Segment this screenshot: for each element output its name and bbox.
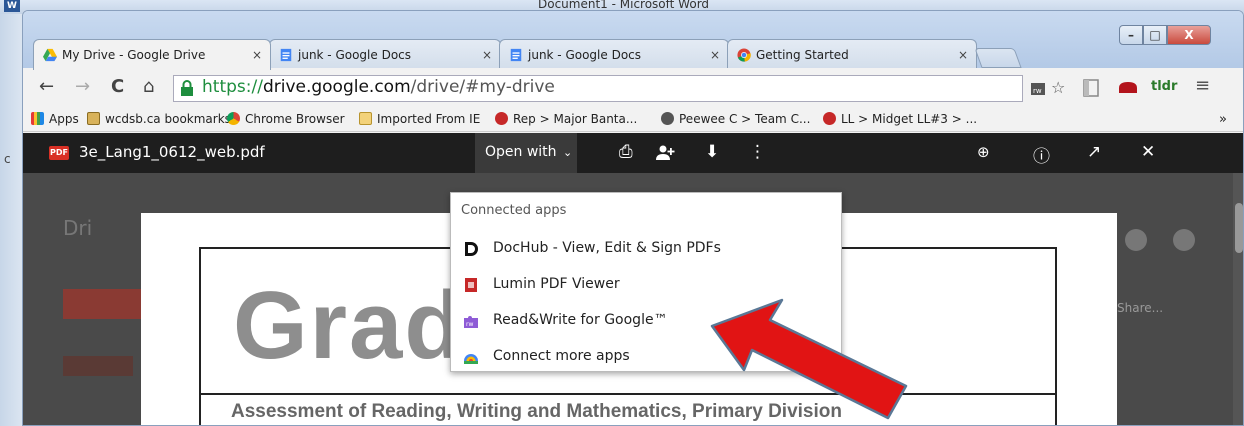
google-docs-icon <box>510 48 522 62</box>
info-icon[interactable]: ⓘ <box>1033 142 1050 167</box>
zoom-icon[interactable]: ⊕ <box>977 143 990 161</box>
reload-icon[interactable]: C <box>111 76 124 97</box>
red-arrow-annotation <box>710 298 908 420</box>
tab-close-icon[interactable]: × <box>710 48 720 62</box>
close-window-button[interactable]: X <box>1167 25 1211 45</box>
more-options-icon[interactable]: ⋮ <box>749 142 766 162</box>
url-host: drive.google.com <box>262 77 411 97</box>
word-left-edge: c <box>0 14 22 426</box>
drive-sidebar-item-dimmed <box>63 356 133 376</box>
close-viewer-icon[interactable]: ✕ <box>1141 142 1155 162</box>
download-icon[interactable]: ⬇ <box>705 142 719 162</box>
menu-item-label: Read&Write for Google™ <box>493 312 668 328</box>
open-with-label: Open with <box>485 144 557 160</box>
forward-arrow-icon[interactable]: → <box>75 76 90 97</box>
menu-icon[interactable]: ≡ <box>1195 75 1210 96</box>
star-bookmark-icon[interactable]: ☆ <box>1051 78 1065 97</box>
print-icon[interactable]: ⎙ <box>619 142 633 162</box>
pocket-sofa-extension-icon[interactable] <box>1117 80 1139 96</box>
dochub-icon <box>465 242 478 256</box>
url-text: https://drive.google.com/drive/#my-drive <box>202 77 555 97</box>
gear-icon-dimmed <box>1173 229 1195 251</box>
bookmark-label: Apps <box>49 112 79 126</box>
drive-title-dimmed: Dri <box>63 216 93 240</box>
menu-item-label: Connect more apps <box>493 348 630 364</box>
minimize-button[interactable]: – <box>1119 25 1143 45</box>
page-scrollbar[interactable] <box>1233 173 1243 425</box>
bookmark-peewee[interactable]: Peewee C > Team C... <box>661 112 810 126</box>
bookmark-label: Rep > Major Banta... <box>513 112 638 126</box>
readwrite-icon: rw <box>464 316 478 328</box>
tab-label: My Drive - Google Drive <box>62 48 206 62</box>
tldr-extension-icon[interactable]: tldr <box>1151 79 1177 94</box>
home-icon[interactable]: ⌂ <box>143 76 154 97</box>
bookmark-site-icon <box>661 112 674 125</box>
apps-grid-icon <box>31 112 44 125</box>
bookmark-label: Imported From IE <box>377 112 481 126</box>
add-person-icon[interactable] <box>655 145 675 161</box>
svg-text:rw: rw <box>1033 87 1042 95</box>
bookmark-label: wcdsb.ca bookmarks <box>105 112 231 126</box>
share-text-dimmed: Share... <box>1117 301 1164 315</box>
menu-item-label: Lumin PDF Viewer <box>493 276 620 292</box>
bookmark-label: LL > Midget LL#3 > ... <box>841 112 978 126</box>
bookmark-chrome-browser[interactable]: Chrome Browser <box>227 112 345 126</box>
bookmark-label: Peewee C > Team C... <box>679 112 811 126</box>
file-name: 3e_Lang1_0612_web.pdf <box>79 143 265 161</box>
bookmarks-bar: Apps wcdsb.ca bookmarks Chrome Browser I… <box>23 108 1243 132</box>
bookmarks-overflow-button[interactable]: » <box>1219 112 1227 127</box>
chevron-down-icon: ⌄ <box>563 146 573 159</box>
bookmark-apps[interactable]: Apps <box>31 112 79 126</box>
sidebar-extension-icon[interactable] <box>1083 79 1099 97</box>
tab-junk-docs-2[interactable]: junk - Google Docs × <box>499 39 729 69</box>
scrollbar-thumb[interactable] <box>1235 203 1243 253</box>
new-tab-button[interactable] <box>974 48 1022 68</box>
back-arrow-icon[interactable]: ← <box>39 76 54 97</box>
readwrite-extension-icon[interactable]: rw <box>1029 79 1047 97</box>
connect-apps-icon <box>464 354 478 364</box>
menu-item-label: DocHub - View, Edit & Sign PDFs <box>493 240 721 256</box>
tab-label: Getting Started <box>756 48 849 62</box>
tab-label: junk - Google Docs <box>528 48 642 62</box>
info-icon-dimmed <box>1125 229 1147 251</box>
menu-item-dochub[interactable]: DocHub - View, Edit & Sign PDFs <box>451 231 841 267</box>
address-bar[interactable]: https://drive.google.com/drive/#my-drive <box>173 75 1023 102</box>
popout-icon[interactable]: ↗ <box>1087 142 1101 162</box>
maximize-button[interactable]: □ <box>1143 25 1167 45</box>
chrome-icon <box>227 112 240 125</box>
viewer-top-bar: PDF 3e_Lang1_0612_web.pdf Open with ⌄ ⎙ … <box>23 133 1243 173</box>
bookmark-label: Chrome Browser <box>245 112 345 126</box>
folder-icon <box>359 112 372 125</box>
tab-close-icon[interactable]: × <box>482 48 492 62</box>
tab-close-icon[interactable]: × <box>958 48 968 62</box>
tab-close-icon[interactable]: × <box>252 48 262 62</box>
tab-strip: My Drive - Google Drive × junk - Google … <box>23 11 1243 70</box>
google-docs-icon <box>280 48 292 62</box>
bookmark-rep-major[interactable]: Rep > Major Banta... <box>495 112 637 126</box>
bookmark-site-icon <box>495 112 508 125</box>
menu-header: Connected apps <box>461 203 567 218</box>
tab-junk-docs-1[interactable]: junk - Google Docs × <box>269 39 501 69</box>
pdf-divider <box>199 393 1057 395</box>
bookmark-wcdsb[interactable]: wcdsb.ca bookmarks <box>87 112 231 126</box>
tab-getting-started[interactable]: Getting Started × <box>727 39 977 69</box>
svg-text:rw: rw <box>466 321 473 328</box>
lock-icon <box>181 80 193 96</box>
url-scheme: https:// <box>202 77 263 97</box>
word-edge-char: c <box>4 152 11 166</box>
browser-toolbar: ← → C ⌂ https://drive.google.com/drive/#… <box>23 68 1243 108</box>
pdf-file-icon: PDF <box>49 146 69 160</box>
tab-my-drive[interactable]: My Drive - Google Drive × <box>33 39 271 70</box>
bookmark-ll-midget[interactable]: LL > Midget LL#3 > ... <box>823 112 977 126</box>
chrome-icon <box>737 48 751 62</box>
url-path: /drive/#my-drive <box>410 77 555 97</box>
lumin-icon <box>465 278 477 292</box>
google-drive-icon <box>43 48 57 62</box>
word-app-icon: W <box>4 0 20 12</box>
bookmark-imported-ie[interactable]: Imported From IE <box>359 112 480 126</box>
tab-label: junk - Google Docs <box>298 48 412 62</box>
bookmark-site-icon <box>823 112 836 125</box>
folder-icon <box>87 112 100 125</box>
open-with-button[interactable]: Open with ⌄ <box>475 133 577 173</box>
